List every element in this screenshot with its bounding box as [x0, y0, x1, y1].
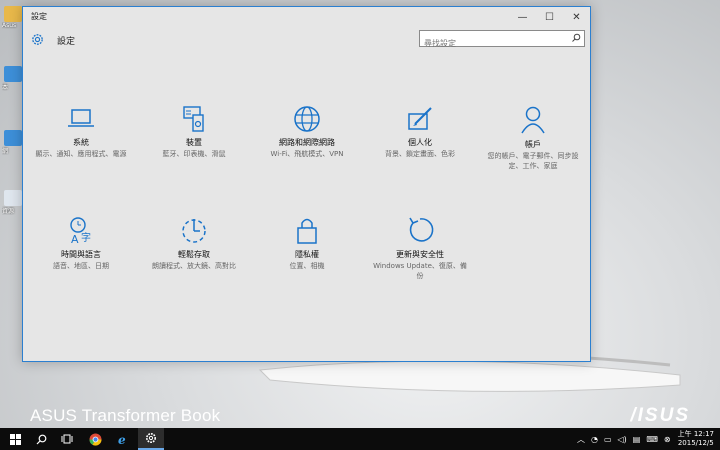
paint-icon [408, 107, 432, 130]
tile-title: 隱私權 [295, 250, 319, 259]
tile-description: 背景、鎖定畫面、色彩 [385, 150, 455, 158]
tile-title: 網路和網際網路 [279, 138, 335, 147]
start-button[interactable] [2, 428, 28, 450]
title-bar[interactable]: 設定 — ☐ ✕ [23, 7, 590, 29]
search-icon[interactable] [571, 33, 581, 43]
gear-icon [146, 433, 156, 443]
keyboard-speaker-icon [183, 106, 204, 132]
recycle-bin-icon [4, 190, 22, 206]
tile-description: 語音、地區、日期 [53, 262, 109, 270]
close-button[interactable]: ✕ [563, 7, 590, 27]
network-icon[interactable]: ◔ [591, 435, 598, 444]
brand-text: ASUS Transformer Book [30, 406, 221, 425]
tile-description: 朗讀程式、放大鏡、高對比 [152, 262, 236, 270]
settings-window: 設定 — ☐ ✕ 設定 系統 顯示、通知、應用程式、電源 [22, 6, 591, 362]
chrome-taskbar-button[interactable] [82, 428, 108, 450]
network-icon [4, 130, 22, 146]
tile-description: Windows Update、復原、備份 [373, 262, 467, 280]
internet-explorer-icon: e [118, 433, 126, 446]
tile-ease-of-access[interactable]: 輕鬆存取 朗讀程式、放大鏡、高對比 [144, 215, 244, 271]
task-view-button[interactable] [54, 428, 80, 450]
input-method-icon[interactable]: ⊗ [664, 435, 671, 444]
desktop-icon-this-pc[interactable]: 本 [2, 66, 24, 91]
ie-taskbar-button[interactable]: e [110, 428, 136, 450]
chrome-icon [89, 433, 101, 446]
laptop-icon [68, 109, 94, 127]
minimize-button[interactable]: — [509, 7, 536, 27]
desktop-icon-recycle-bin[interactable]: 資源 [2, 190, 24, 215]
search-button[interactable] [28, 428, 54, 450]
tile-time-language[interactable]: A 字 時間與語言 語音、地區、日期 [31, 215, 131, 271]
chevron-up-icon[interactable]: ︿ [577, 434, 585, 445]
ease-of-access-icon [182, 219, 206, 243]
search-input[interactable] [420, 36, 568, 51]
tile-update-security[interactable]: 更新與安全性 Windows Update、復原、備份 [370, 215, 470, 281]
tile-description: Wi-Fi、飛航模式、VPN [270, 150, 344, 158]
desktop-icon-network[interactable]: 網 [2, 130, 24, 155]
svg-text:A: A [71, 233, 79, 245]
tile-title: 輕鬆存取 [178, 250, 210, 259]
settings-header: 設定 [23, 29, 590, 53]
taskbar: e ︿ ◔ ▭ ◁) ▤ ⌨ ⊗ 上午 12:17 2015/12/5 [0, 428, 720, 450]
clock-language-icon: A 字 [70, 217, 91, 245]
tile-accounts[interactable]: 帳戶 您的帳戶、電子郵件、同步設定、工作、家庭 [483, 105, 583, 171]
tile-description: 您的帳戶、電子郵件、同步設定、工作、家庭 [487, 152, 579, 170]
system-tray: ︿ ◔ ▭ ◁) ▤ ⌨ ⊗ 上午 12:17 2015/12/5 [574, 428, 720, 450]
page-title: 設定 [57, 37, 76, 47]
computer-icon [4, 66, 22, 82]
windows-icon [9, 433, 21, 445]
volume-icon[interactable]: ◁) [618, 435, 627, 444]
globe-icon [294, 106, 320, 132]
battery-icon[interactable]: ▭ [604, 435, 612, 444]
clock-date: 2015/12/5 [677, 439, 714, 447]
tile-privacy[interactable]: 隱私權 位置、相機 [257, 215, 357, 271]
asus-logo: /ISUS [630, 405, 690, 426]
tile-title: 個人化 [408, 138, 432, 147]
tile-description: 藍牙、印表機、滑鼠 [162, 150, 226, 158]
search-icon [36, 434, 46, 444]
lock-icon [297, 218, 317, 244]
window-title: 設定 [31, 12, 47, 21]
svg-text:字: 字 [81, 231, 91, 244]
search-box[interactable] [419, 30, 585, 51]
tile-title: 時間與語言 [61, 250, 101, 259]
refresh-icon [409, 217, 434, 242]
clock[interactable]: 上午 12:17 2015/12/5 [678, 430, 714, 448]
tile-devices[interactable]: 裝置 藍牙、印表機、滑鼠 [144, 105, 244, 159]
task-view-icon [61, 434, 73, 444]
svg-text:e: e [118, 433, 126, 446]
desktop-icon-asus[interactable]: Asus [2, 6, 24, 30]
settings-taskbar-button[interactable] [138, 428, 164, 450]
tile-description: 位置、相機 [289, 262, 325, 270]
tile-personalization[interactable]: 個人化 背景、鎖定畫面、色彩 [370, 105, 470, 159]
tile-title: 帳戶 [525, 140, 541, 149]
gear-icon [32, 34, 43, 45]
tile-title: 裝置 [186, 138, 202, 147]
tile-description: 顯示、通知、應用程式、電源 [35, 150, 127, 158]
keyboard-icon[interactable]: ⌨ [646, 435, 658, 444]
clock-time: 上午 12:17 [677, 430, 714, 438]
tile-network[interactable]: 網路和網際網路 Wi-Fi、飛航模式、VPN [257, 105, 357, 159]
action-center-icon[interactable]: ▤ [633, 435, 641, 444]
folder-icon [4, 6, 22, 22]
tile-title: 更新與安全性 [396, 250, 444, 259]
window-controls: — ☐ ✕ [509, 7, 590, 27]
tile-system[interactable]: 系統 顯示、通知、應用程式、電源 [31, 105, 131, 159]
tile-title: 系統 [73, 138, 89, 147]
person-icon [521, 106, 545, 134]
maximize-button[interactable]: ☐ [536, 7, 563, 27]
